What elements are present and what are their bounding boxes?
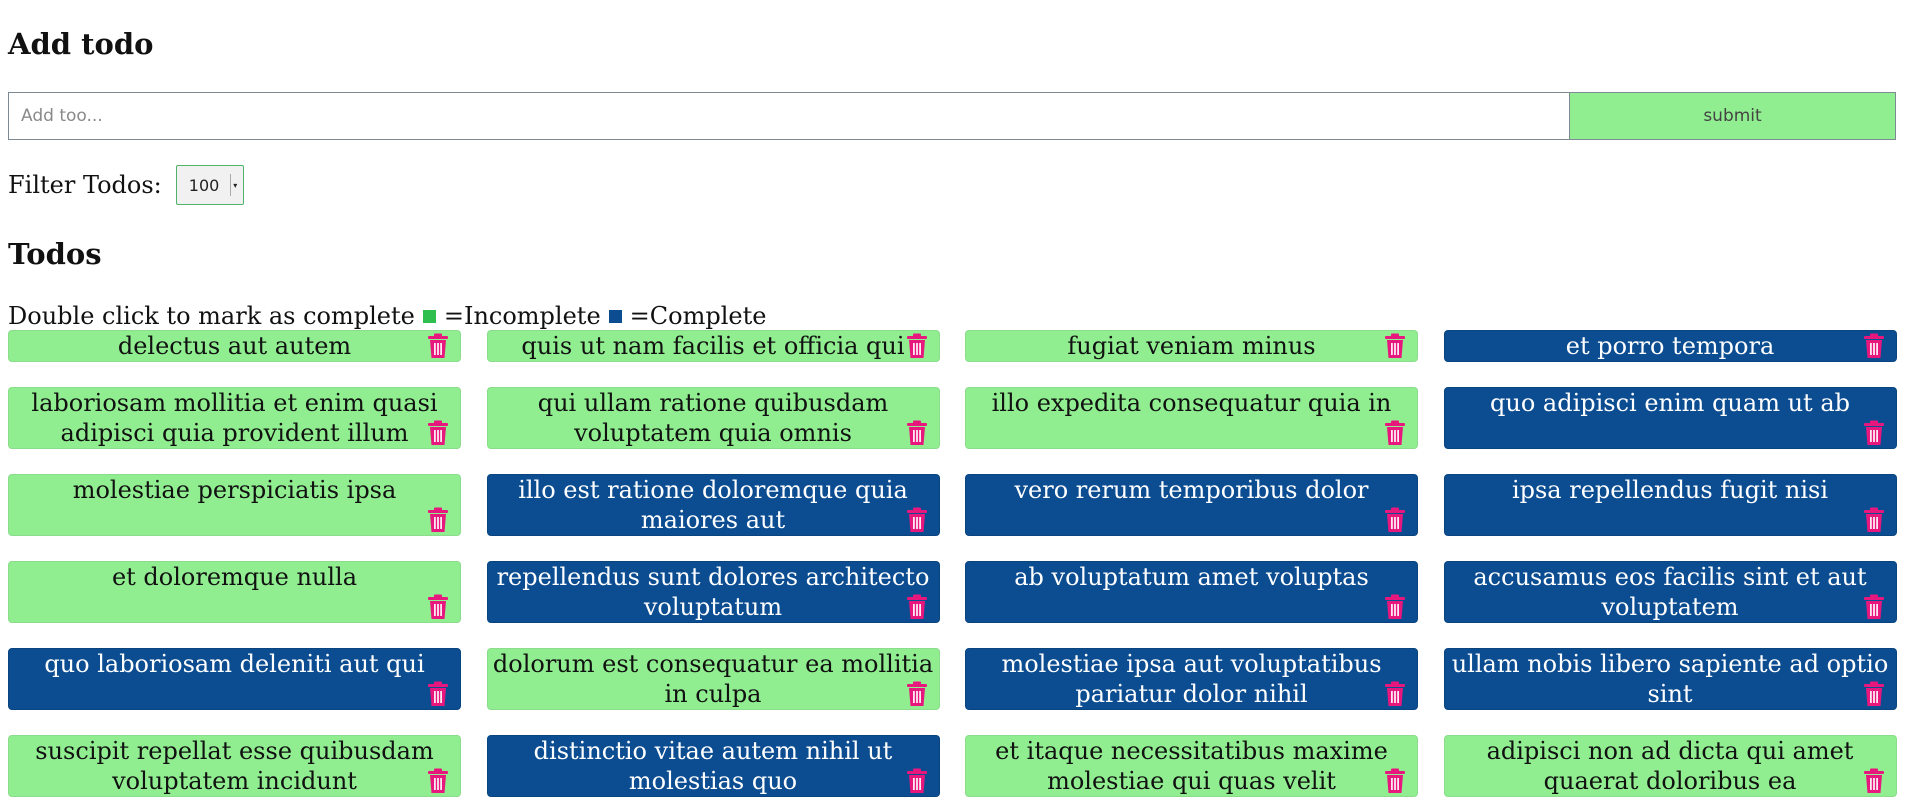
todo-title: quo adipisci enim quam ut ab [1490,389,1850,417]
todo-title: vero rerum temporibus dolor [1014,476,1369,504]
todo-item[interactable]: dolorum est consequatur ea mollitia in c… [486,648,940,710]
todo-item[interactable]: fugiat veniam minus [965,330,1418,362]
todo-item[interactable]: ipsa repellendus fugit nisi [1443,474,1897,536]
filter-row: Filter Todos: 100 ▾ [8,165,244,205]
todo-title: qui ullam ratione quibusdam voluptatem q… [537,389,889,447]
trash-icon[interactable] [1862,594,1886,620]
todo-item[interactable]: illo expedita consequatur quia in [965,387,1418,449]
todo-item[interactable]: laboriosam mollitia et enim quasi adipis… [8,387,461,449]
todo-title: molestiae perspiciatis ipsa [72,476,397,504]
trash-icon[interactable] [1862,681,1886,707]
todo-title: illo est ratione doloremque quia maiores… [518,476,908,534]
todo-title: ab voluptatum amet voluptas [1014,563,1369,591]
todo-item[interactable]: et porro tempora [1443,330,1897,362]
legend: Double click to mark as complete =Incomp… [8,302,766,330]
complete-swatch-icon [608,309,622,323]
trash-icon[interactable] [905,420,929,446]
todo-item[interactable]: molestiae perspiciatis ipsa [8,474,461,536]
todo-grid: delectus aut autem quis ut nam facilis et… [8,330,1897,797]
todo-title: suscipit repellat esse quibusdam volupta… [35,737,434,795]
todo-title: molestiae ipsa aut voluptatibus pariatur… [1001,650,1382,708]
todos-heading: Todos [8,237,102,271]
legend-complete: =Complete [629,302,767,330]
todo-item[interactable]: adipisci non ad dicta qui amet quaerat d… [1443,735,1897,797]
trash-icon[interactable] [905,507,929,533]
todo-item[interactable]: suscipit repellat esse quibusdam volupta… [8,735,461,797]
filter-select[interactable]: 100 ▾ [175,165,244,205]
todo-title: ullam nobis libero sapiente ad optio sin… [1451,650,1889,708]
add-todo-heading: Add todo [8,27,154,61]
trash-icon[interactable] [1383,507,1407,533]
todo-title: illo expedita consequatur quia in [991,389,1392,417]
todo-item[interactable]: distinctio vitae autem nihil ut molestia… [486,735,940,797]
trash-icon[interactable] [905,594,929,620]
add-todo-input[interactable] [8,92,1569,140]
trash-icon[interactable] [1383,420,1407,446]
trash-icon[interactable] [1383,768,1407,794]
todo-title: quo laboriosam deleniti aut qui [44,650,425,678]
todo-title: fugiat veniam minus [1067,332,1316,360]
todo-item[interactable]: quis ut nam facilis et officia qui [486,330,940,362]
todo-title: laboriosam mollitia et enim quasi adipis… [31,389,438,447]
trash-icon[interactable] [905,681,929,707]
trash-icon[interactable] [905,333,929,359]
todo-item[interactable]: et doloremque nulla [8,561,461,623]
todo-title: adipisci non ad dicta qui amet quaerat d… [1486,737,1854,795]
todo-item[interactable]: et itaque necessitatibus maxime molestia… [965,735,1418,797]
todo-item[interactable]: quo laboriosam deleniti aut qui [8,648,461,710]
todo-item[interactable]: delectus aut autem [8,330,461,362]
submit-button[interactable]: submit [1569,92,1896,140]
todo-item[interactable]: quo adipisci enim quam ut ab [1443,387,1897,449]
todo-title: et porro tempora [1565,332,1775,360]
trash-icon[interactable] [1862,768,1886,794]
todo-item[interactable]: repellendus sunt dolores architecto volu… [486,561,940,623]
filter-selected-value: 100 [188,175,220,195]
trash-icon[interactable] [1383,681,1407,707]
trash-icon[interactable] [426,507,450,533]
todo-title: ipsa repellendus fugit nisi [1511,476,1829,504]
trash-icon[interactable] [426,768,450,794]
trash-icon[interactable] [1862,420,1886,446]
chevron-down-icon: ▾ [229,174,240,196]
trash-icon[interactable] [1862,333,1886,359]
todo-item[interactable]: ullam nobis libero sapiente ad optio sin… [1443,648,1897,710]
todo-title: et itaque necessitatibus maxime molestia… [995,737,1388,795]
todo-item[interactable]: accusamus eos facilis sint et aut volupt… [1443,561,1897,623]
add-todo-form: submit [8,92,1896,140]
todo-title: dolorum est consequatur ea mollitia in c… [492,650,934,708]
todo-title: repellendus sunt dolores architecto volu… [496,563,930,621]
trash-icon[interactable] [1383,594,1407,620]
trash-icon[interactable] [426,333,450,359]
filter-label: Filter Todos: [8,171,162,199]
trash-icon[interactable] [1383,333,1407,359]
trash-icon[interactable] [905,768,929,794]
todo-title: accusamus eos facilis sint et aut volupt… [1473,563,1867,621]
todo-item[interactable]: illo est ratione doloremque quia maiores… [486,474,940,536]
todo-item[interactable]: ab voluptatum amet voluptas [965,561,1418,623]
todo-item[interactable]: molestiae ipsa aut voluptatibus pariatur… [965,648,1418,710]
legend-instruction: Double click to mark as complete [8,302,415,330]
trash-icon[interactable] [426,594,450,620]
trash-icon[interactable] [1862,507,1886,533]
todo-title: distinctio vitae autem nihil ut molestia… [533,737,893,795]
legend-incomplete: =Incomplete [443,302,601,330]
todo-item[interactable]: vero rerum temporibus dolor [965,474,1418,536]
incomplete-swatch-icon [422,309,436,323]
todo-title: et doloremque nulla [111,563,358,591]
todo-title: quis ut nam facilis et officia qui [521,332,905,360]
trash-icon[interactable] [426,681,450,707]
trash-icon[interactable] [426,420,450,446]
todo-title: delectus aut autem [117,332,352,360]
todo-item[interactable]: qui ullam ratione quibusdam voluptatem q… [486,387,940,449]
